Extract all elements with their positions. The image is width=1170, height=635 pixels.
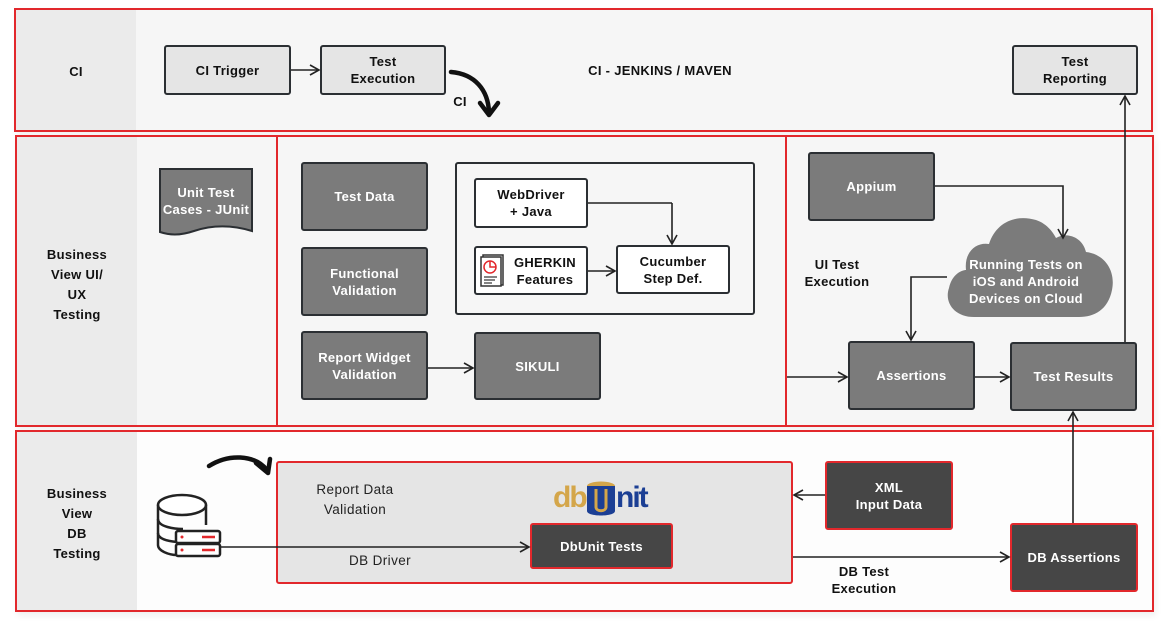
test-results-box[interactable]: Test Results	[1010, 342, 1137, 411]
database-server-icon	[156, 493, 222, 558]
unit-test-cases-label[interactable]: Unit Test Cases - JUnit	[159, 184, 253, 218]
sikuli-box[interactable]: SIKULI	[474, 332, 601, 400]
functional-validation-box[interactable]: Functional Validation	[301, 247, 428, 316]
dbunit-tests-box[interactable]: DbUnit Tests	[530, 523, 673, 569]
cloud-devices-label: Running Tests on iOS and Android Devices…	[969, 257, 1083, 306]
ui-lane-divider-right	[785, 137, 787, 425]
dbunit-logo-right: nit	[616, 481, 649, 514]
ci-trigger-box[interactable]: CI Trigger	[164, 45, 291, 95]
ui-test-execution-label: UI Test Execution	[804, 257, 870, 289]
ui-lane-label: Business View UI/ UX Testing	[46, 247, 108, 322]
report-widget-validation-box[interactable]: Report Widget Validation	[301, 331, 428, 400]
db-driver-label: DB Driver	[348, 553, 412, 568]
dbunit-logo: db nit	[553, 481, 653, 517]
appium-box[interactable]: Appium	[808, 152, 935, 221]
assertions-box[interactable]: Assertions	[848, 341, 975, 410]
webdriver-java-box[interactable]: WebDriver + Java	[474, 178, 588, 228]
db-lane-label: Business View DB Testing	[46, 486, 108, 561]
ci-pipeline-title: CI - JENKINS / MAVEN	[588, 63, 732, 78]
dbunit-logo-left: db	[553, 481, 588, 514]
db-assertions-box[interactable]: DB Assertions	[1010, 523, 1138, 592]
report-data-validation-label: Report Data Validation	[316, 482, 394, 517]
ui-lane-divider-left	[276, 137, 278, 425]
test-reporting-box[interactable]: Test Reporting	[1012, 45, 1138, 95]
gherkin-features-label: GHERKIN Features	[513, 254, 576, 287]
db-test-execution-label: DB Test Execution	[831, 564, 897, 596]
cucumber-step-def-box[interactable]: Cucumber Step Def.	[616, 245, 730, 294]
document-chart-icon	[480, 254, 504, 287]
test-execution-box[interactable]: Test Execution	[320, 45, 446, 95]
ci-lane-label: CI	[69, 64, 83, 79]
test-data-box[interactable]: Test Data	[301, 162, 428, 231]
xml-input-data-box[interactable]: XML Input Data	[825, 461, 953, 530]
ci-arrow-label: CI	[453, 94, 467, 109]
